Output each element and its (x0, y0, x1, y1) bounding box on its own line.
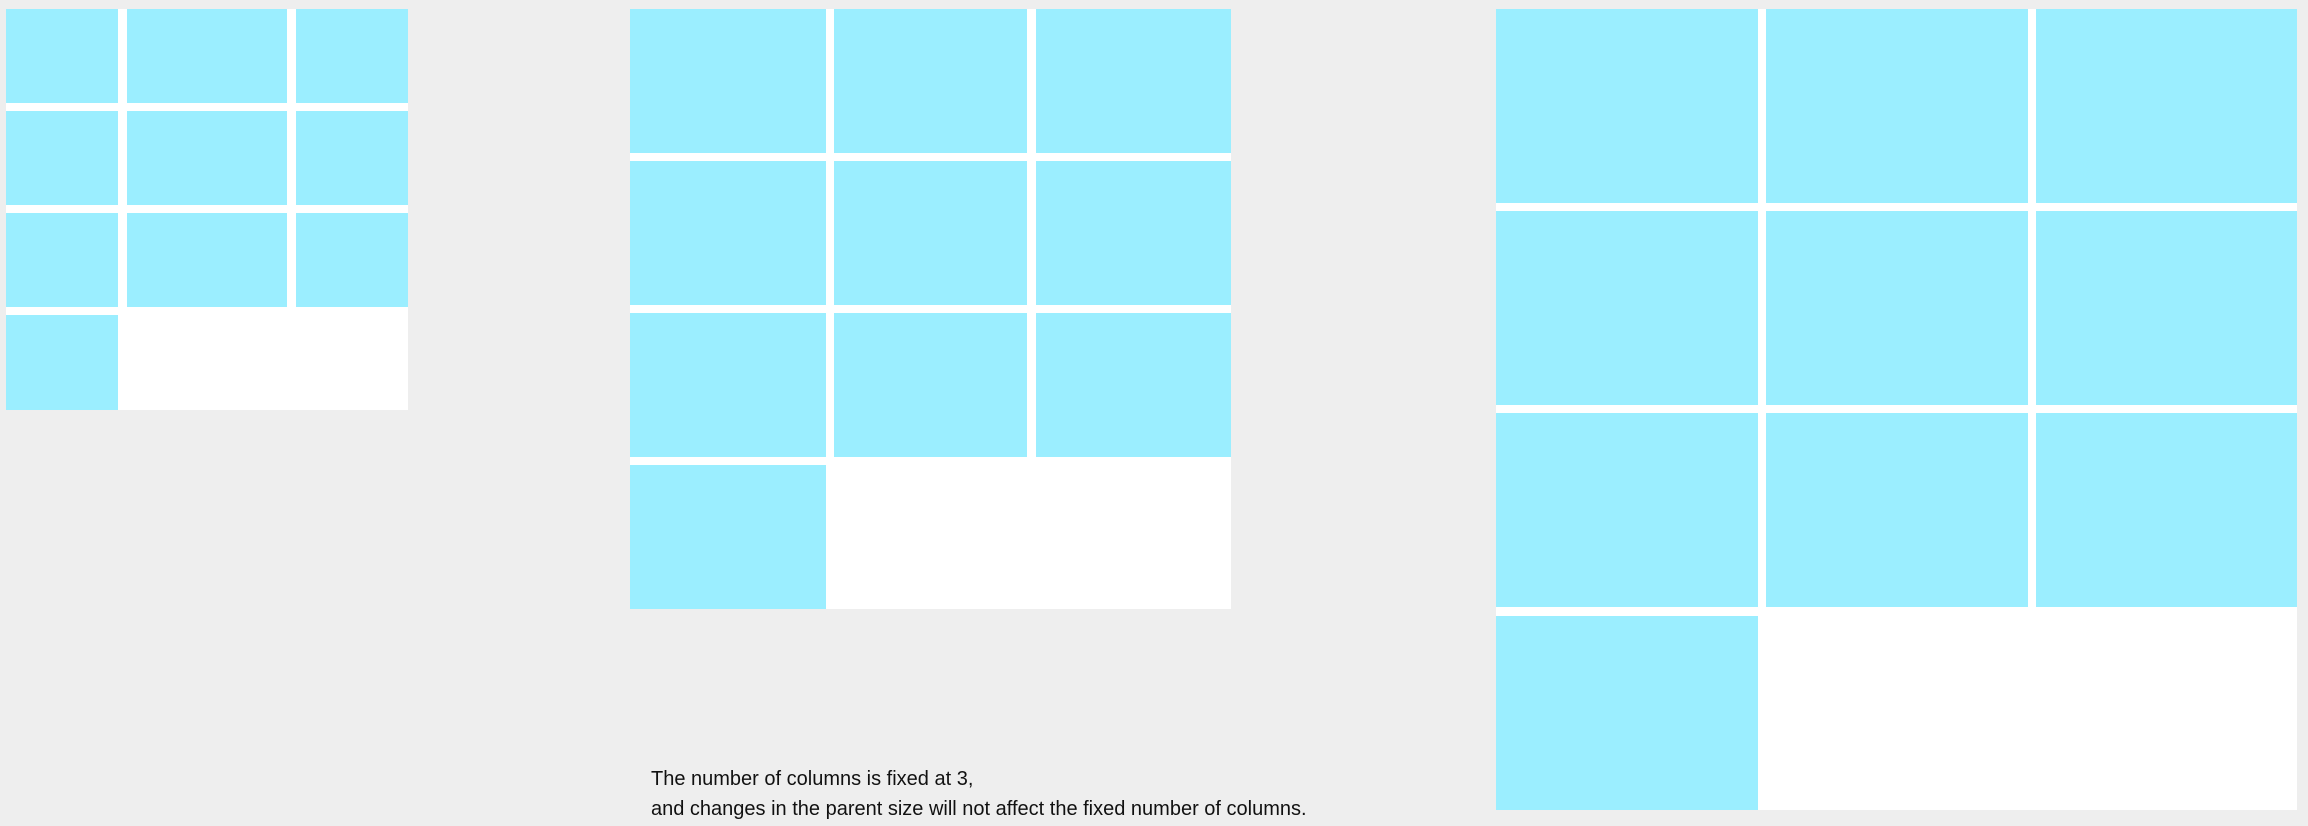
grid-item (6, 315, 118, 410)
grid-item (127, 213, 287, 307)
grid-item (2036, 413, 2297, 607)
grid-item (127, 111, 287, 205)
grid-item (1036, 161, 1231, 305)
grid-item (1766, 9, 2028, 203)
grid-item (6, 111, 118, 205)
grid-item (1496, 616, 1758, 810)
grid-container-small (6, 9, 408, 410)
grid-item (630, 465, 826, 609)
grid-item (2036, 9, 2297, 203)
grid-item (1036, 9, 1231, 153)
grid-item (127, 9, 287, 103)
grid-item (2036, 211, 2297, 405)
grid-container-large (1496, 9, 2297, 810)
grid-item (834, 9, 1027, 153)
grid-item (1766, 211, 2028, 405)
grid-item (834, 313, 1027, 457)
caption: The number of columns is fixed at 3, and… (651, 764, 1307, 824)
grid-item (834, 161, 1027, 305)
grid-item (6, 9, 118, 103)
grid-item (630, 313, 826, 457)
grid-container-medium (630, 9, 1231, 609)
grid-item (6, 213, 118, 307)
grid-item (1766, 413, 2028, 607)
grid-item (1496, 413, 1758, 607)
grid-item (630, 161, 826, 305)
grid-item (630, 9, 826, 153)
grid-item (1496, 9, 1758, 203)
grid-item (1496, 211, 1758, 405)
grid-item (296, 213, 408, 307)
grid-item (296, 9, 408, 103)
caption-line-1: The number of columns is fixed at 3, (651, 768, 974, 790)
grid-item (296, 111, 408, 205)
grid-item (1036, 313, 1231, 457)
caption-line-2: and changes in the parent size will not … (651, 798, 1307, 820)
